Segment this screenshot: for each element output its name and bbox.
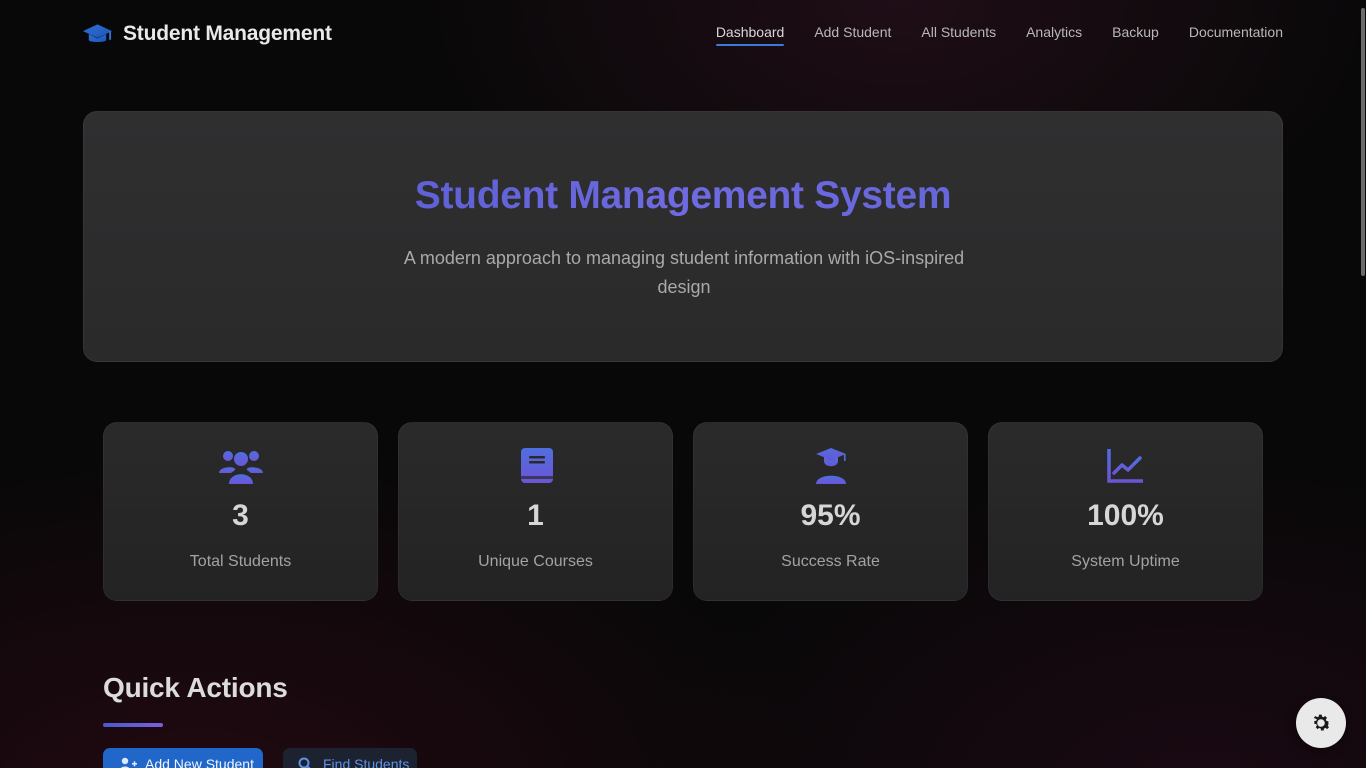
quick-actions-underline <box>103 723 163 727</box>
nav-backup[interactable]: Backup <box>1112 24 1159 44</box>
stat-card-unique-courses: 1 Unique Courses <box>398 422 673 601</box>
quick-actions-title: Quick Actions <box>103 672 288 703</box>
stat-value: 100% <box>1087 499 1164 532</box>
brand[interactable]: Student Management <box>82 20 332 48</box>
nav-analytics[interactable]: Analytics <box>1026 24 1082 44</box>
stat-card-success-rate: 95% Success Rate <box>693 422 968 601</box>
stat-value: 95% <box>800 499 861 532</box>
hero-title: Student Management System <box>84 174 1282 218</box>
nav-all-students[interactable]: All Students <box>921 24 996 44</box>
main-nav: Dashboard Add Student All Students Analy… <box>715 24 1283 46</box>
search-icon <box>298 757 311 768</box>
find-students-button[interactable]: Find Students <box>283 748 417 768</box>
stat-card-total-students: 3 Total Students <box>103 422 378 601</box>
settings-button[interactable] <box>1296 698 1346 748</box>
chart-line-icon <box>1106 449 1143 483</box>
graduation-cap-icon <box>82 24 113 42</box>
graduate-icon <box>815 448 846 484</box>
nav-documentation[interactable]: Documentation <box>1189 24 1283 44</box>
stat-label: Success Rate <box>781 553 880 570</box>
button-label: Add New Student <box>145 756 254 768</box>
stat-label: Total Students <box>189 553 292 570</box>
gear-icon <box>1313 714 1331 731</box>
hero-subtitle: A modern approach to managing student in… <box>403 248 965 297</box>
nav-add-student[interactable]: Add Student <box>814 24 891 44</box>
nav-dashboard[interactable]: Dashboard <box>715 24 784 46</box>
add-new-student-button[interactable]: Add New Student <box>103 748 263 768</box>
top-navigation-bar: Student Management Dashboard Add Student… <box>0 0 1366 70</box>
scrollbar[interactable] <box>1360 0 1366 768</box>
book-icon <box>520 448 553 483</box>
stat-label: Unique Courses <box>478 553 593 570</box>
button-label: Find Students <box>323 756 410 768</box>
stat-value: 1 <box>527 499 544 532</box>
brand-title: Student Management <box>123 22 332 45</box>
scrollbar-thumb[interactable] <box>1361 8 1365 276</box>
user-plus-icon <box>120 757 137 768</box>
users-icon <box>218 451 263 484</box>
stat-value: 3 <box>232 499 249 532</box>
stats-grid: 3 Total Students 1 Unique Courses 95% Su… <box>103 422 1263 601</box>
stat-label: System Uptime <box>1071 553 1180 570</box>
hero-card: Student Management System A modern appro… <box>83 111 1283 362</box>
stat-card-system-uptime: 100% System Uptime <box>988 422 1263 601</box>
